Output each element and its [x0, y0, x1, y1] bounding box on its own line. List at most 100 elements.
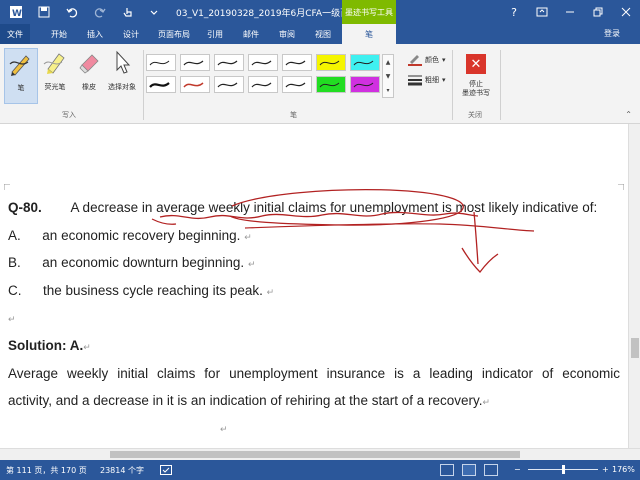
save-icon[interactable]: [36, 4, 52, 20]
option-text: an economic recovery beginning.: [42, 228, 241, 243]
option-c: C. the business cycle reaching its peak.…: [8, 283, 274, 298]
sign-in-link[interactable]: 登录: [604, 28, 620, 39]
minimize-button[interactable]: [556, 0, 584, 24]
touch-mode-icon[interactable]: [120, 4, 136, 20]
solution-heading: Solution: A.↵: [8, 338, 91, 353]
pen-style-black-4[interactable]: [282, 54, 312, 71]
vertical-scrollbar[interactable]: [628, 124, 640, 448]
web-layout-icon[interactable]: [484, 464, 498, 476]
paragraph-mark: ↵: [482, 397, 491, 407]
redo-icon[interactable]: [92, 4, 108, 20]
horizontal-scrollbar[interactable]: [0, 448, 640, 460]
paragraph-mark: ↵: [247, 259, 256, 269]
write-group-label: 写入: [62, 111, 76, 119]
paragraph-mark: ↵: [220, 424, 228, 434]
tab-mailings[interactable]: 邮件: [236, 24, 266, 44]
horizontal-scroll-thumb[interactable]: [110, 451, 520, 458]
zoom-out-icon[interactable]: −: [514, 465, 521, 474]
ink-tools-context-tab: 墨迹书写工具: [342, 0, 396, 24]
highlight-style-magenta[interactable]: [350, 76, 380, 93]
pen-tool-button[interactable]: 笔: [4, 48, 38, 104]
proofing-icon[interactable]: [160, 465, 172, 477]
read-mode-icon[interactable]: [440, 464, 454, 476]
tab-design[interactable]: 设计: [116, 24, 146, 44]
paragraph-mark: ↵: [8, 314, 16, 324]
option-letter: A.: [8, 228, 21, 243]
pen-icon: [7, 49, 35, 77]
zoom-in-icon[interactable]: +: [602, 465, 609, 474]
vertical-scroll-thumb[interactable]: [631, 338, 639, 358]
question-number: Q-80.: [8, 200, 42, 215]
gallery-down-icon[interactable]: ▼: [386, 73, 391, 80]
gallery-more-icon[interactable]: ▾: [386, 87, 389, 94]
tab-insert[interactable]: 插入: [80, 24, 110, 44]
highlighter-tool-label: 荧光笔: [44, 83, 66, 91]
question-line: Q-80. A decrease in average weekly initi…: [8, 200, 597, 215]
pen-tool-label: 笔: [17, 84, 25, 92]
pen-thickness-dropdown[interactable]: 粗细 ▾: [408, 74, 446, 86]
page-count[interactable]: 第 111 页，共 170 页: [6, 465, 87, 476]
pen-style-red[interactable]: [180, 76, 210, 93]
select-objects-button[interactable]: 选择对象: [102, 48, 142, 104]
highlighter-tool-button[interactable]: 荧光笔: [38, 48, 72, 104]
option-letter: C.: [8, 283, 22, 298]
highlight-style-green[interactable]: [316, 76, 346, 93]
group-divider: [452, 50, 453, 120]
gallery-scroll-control[interactable]: ▲ ▼ ▾: [382, 54, 394, 98]
pen-style-black-5[interactable]: [214, 76, 244, 93]
help-icon[interactable]: ?: [500, 0, 528, 24]
pen-style-black-2[interactable]: [214, 54, 244, 71]
word-count[interactable]: 23814 个字: [100, 465, 144, 476]
undo-icon[interactable]: [64, 4, 80, 20]
ink-stroke-left: [151, 218, 177, 225]
ribbon-display-options-icon[interactable]: [528, 0, 556, 24]
tab-file[interactable]: 文件: [0, 24, 30, 44]
option-b: B. an economic downturn beginning. ↵: [8, 255, 256, 270]
tab-page-layout[interactable]: 页面布局: [152, 24, 196, 44]
group-divider: [500, 50, 501, 120]
option-text: the business cycle reaching its peak.: [43, 283, 263, 298]
eraser-tool-button[interactable]: 橡皮: [72, 48, 106, 104]
pen-style-black-7[interactable]: [282, 76, 312, 93]
pen-style-black-thin[interactable]: [146, 54, 176, 71]
select-objects-label: 选择对象: [108, 83, 136, 91]
pen-color-dropdown[interactable]: 颜色 ▾: [408, 54, 446, 66]
highlighter-icon: [41, 48, 69, 76]
gallery-up-icon[interactable]: ▲: [386, 59, 391, 66]
pen-style-black-6[interactable]: [248, 76, 278, 93]
restore-button[interactable]: [584, 0, 612, 24]
pen-style-black-thick[interactable]: [146, 76, 176, 93]
stop-inking-close-icon[interactable]: ✕: [466, 54, 486, 74]
pen-style-black-medium[interactable]: [180, 54, 210, 71]
ribbon: 笔 荧光笔 橡皮 选择对象 写入 ▲ ▼ ▾ 颜色 ▾ 粗细 ▾ 笔 ✕ 停止 …: [0, 44, 640, 124]
zoom-level[interactable]: 176%: [612, 465, 635, 474]
word-window: W 03_V1_20190328_2019年6月CFA一级百题预... 墨迹书写…: [0, 0, 640, 480]
svg-text:W: W: [12, 9, 22, 19]
tab-pens[interactable]: 笔: [342, 24, 396, 44]
stop-inking-button-label[interactable]: 停止 墨迹书写: [456, 80, 496, 98]
highlight-style-yellow[interactable]: [316, 54, 346, 71]
paragraph-mark: ↵: [244, 232, 252, 242]
highlight-style-cyan[interactable]: [350, 54, 380, 71]
tab-references[interactable]: 引用: [200, 24, 230, 44]
tab-home[interactable]: 开始: [44, 24, 74, 44]
explanation-line: Average weekly initial claims for unempl…: [8, 366, 620, 381]
chevron-down-icon: ▾: [442, 76, 446, 84]
document-page[interactable]: Q-80. A decrease in average weekly initi…: [0, 124, 628, 448]
eraser-icon: [75, 48, 103, 76]
tab-review[interactable]: 审阅: [272, 24, 302, 44]
pen-style-black-3[interactable]: [248, 54, 278, 71]
print-layout-icon[interactable]: [462, 464, 476, 476]
eraser-tool-label: 橡皮: [82, 83, 96, 91]
explanation-line: activity, and a decrease in it is an ind…: [8, 393, 620, 408]
close-button[interactable]: [612, 0, 640, 24]
customize-toolbar-icon[interactable]: [146, 4, 162, 20]
line-thickness-icon: [408, 75, 422, 86]
margin-corner-mark: [618, 184, 624, 190]
zoom-slider-knob[interactable]: [562, 465, 565, 474]
collapse-ribbon-icon[interactable]: ⌃: [625, 110, 632, 119]
pen-color-icon: [408, 55, 422, 66]
pen-style-gallery: [146, 54, 382, 98]
tab-view[interactable]: 视图: [308, 24, 338, 44]
paragraph-mark: ↵: [83, 342, 91, 352]
